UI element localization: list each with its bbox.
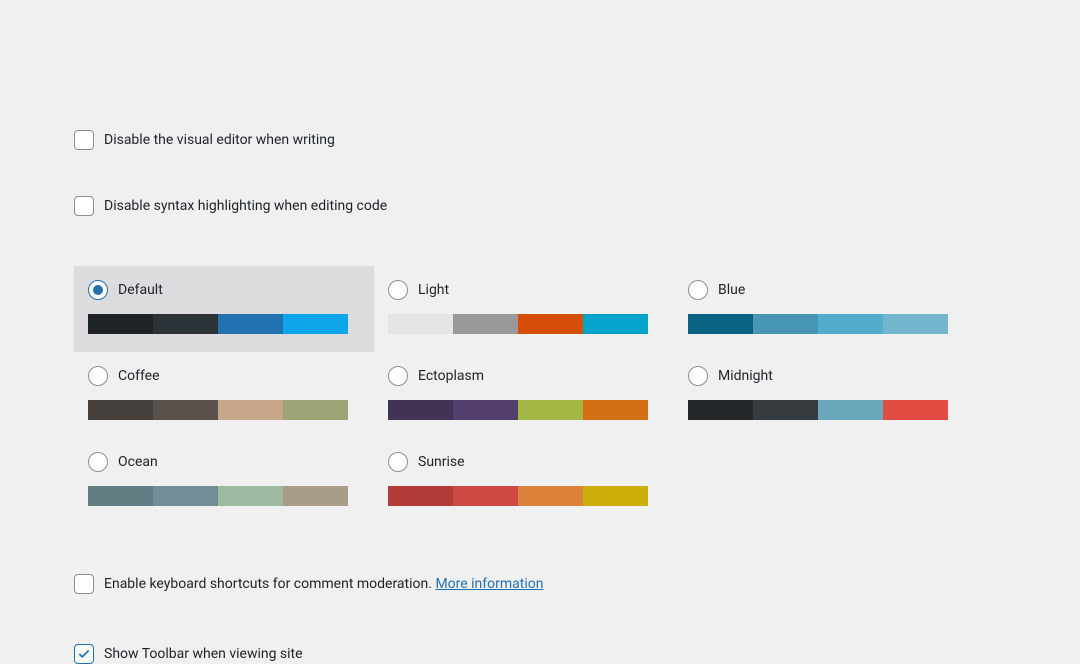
color-scheme-label: Ocean	[118, 454, 158, 470]
color-swatch	[818, 400, 883, 420]
radio-dot-icon	[93, 285, 103, 295]
color-scheme-midnight[interactable]: Midnight	[674, 352, 974, 438]
color-swatch	[688, 314, 753, 334]
color-scheme-light[interactable]: Light	[374, 266, 674, 352]
radio-ectoplasm[interactable]	[388, 366, 408, 386]
color-swatch	[283, 400, 348, 420]
checkbox-show-toolbar[interactable]	[74, 644, 94, 664]
label-keyboard-shortcuts: Enable keyboard shortcuts for comment mo…	[104, 576, 543, 592]
color-scheme-head: Coffee	[88, 366, 360, 386]
label-disable-visual-editor: Disable the visual editor when writing	[104, 132, 335, 148]
color-swatch	[818, 314, 883, 334]
checkbox-disable-syntax-highlighting[interactable]	[74, 196, 94, 216]
color-scheme-label: Blue	[718, 282, 745, 298]
color-swatch	[388, 314, 453, 334]
color-scheme-grid: Default Light Blue Coffee Ectoplasm Midnight O…	[74, 266, 1080, 524]
color-scheme-ocean[interactable]: Ocean	[74, 438, 374, 524]
color-swatch	[218, 314, 283, 334]
color-swatch	[883, 400, 948, 420]
color-swatch	[753, 314, 818, 334]
color-swatch	[453, 486, 518, 506]
label-show-toolbar: Show Toolbar when viewing site	[104, 646, 303, 662]
color-swatch	[88, 400, 153, 420]
color-swatch	[518, 486, 583, 506]
color-scheme-head: Blue	[688, 280, 960, 300]
color-scheme-coffee[interactable]: Coffee	[74, 352, 374, 438]
option-disable-syntax-highlighting[interactable]: Disable syntax highlighting when editing…	[74, 196, 1080, 216]
color-swatch	[518, 400, 583, 420]
checkbox-keyboard-shortcuts[interactable]	[74, 574, 94, 594]
color-swatches	[388, 486, 648, 506]
color-swatches	[388, 400, 648, 420]
color-swatch	[153, 400, 218, 420]
label-keyboard-shortcuts-text: Enable keyboard shortcuts for comment mo…	[104, 576, 432, 592]
radio-default[interactable]	[88, 280, 108, 300]
color-swatches	[388, 314, 648, 334]
radio-coffee[interactable]	[88, 366, 108, 386]
color-scheme-head: Ocean	[88, 452, 360, 472]
color-swatch	[388, 400, 453, 420]
color-scheme-label: Sunrise	[418, 454, 465, 470]
color-swatch	[153, 486, 218, 506]
color-swatch	[218, 400, 283, 420]
color-swatch	[88, 486, 153, 506]
radio-blue[interactable]	[688, 280, 708, 300]
color-swatches	[88, 314, 348, 334]
color-scheme-label: Ectoplasm	[418, 368, 484, 384]
color-scheme-label: Default	[118, 282, 163, 298]
option-keyboard-shortcuts[interactable]: Enable keyboard shortcuts for comment mo…	[74, 574, 1080, 594]
color-swatch	[153, 314, 218, 334]
option-disable-visual-editor[interactable]: Disable the visual editor when writing	[74, 130, 1080, 150]
color-scheme-head: Default	[88, 280, 360, 300]
color-swatch	[883, 314, 948, 334]
color-scheme-default[interactable]: Default	[74, 266, 374, 352]
radio-sunrise[interactable]	[388, 452, 408, 472]
color-swatches	[688, 314, 948, 334]
color-swatch	[88, 314, 153, 334]
color-swatch	[283, 314, 348, 334]
color-scheme-label: Light	[418, 282, 449, 298]
color-swatch	[583, 486, 648, 506]
color-swatch	[283, 486, 348, 506]
color-swatch	[753, 400, 818, 420]
label-disable-syntax-highlighting: Disable syntax highlighting when editing…	[104, 198, 387, 214]
color-scheme-head: Midnight	[688, 366, 960, 386]
color-scheme-label: Midnight	[718, 368, 773, 384]
checkmark-icon	[77, 647, 91, 661]
color-swatch	[218, 486, 283, 506]
color-swatches	[88, 400, 348, 420]
profile-settings-section: Disable the visual editor when writing D…	[0, 0, 1080, 664]
color-swatch	[583, 400, 648, 420]
color-scheme-head: Light	[388, 280, 660, 300]
color-swatch	[388, 486, 453, 506]
more-information-link[interactable]: More information	[435, 576, 543, 592]
radio-ocean[interactable]	[88, 452, 108, 472]
color-swatch	[583, 314, 648, 334]
radio-light[interactable]	[388, 280, 408, 300]
color-swatch	[518, 314, 583, 334]
color-swatch	[688, 400, 753, 420]
checkbox-disable-visual-editor[interactable]	[74, 130, 94, 150]
color-scheme-head: Sunrise	[388, 452, 660, 472]
color-swatch	[453, 314, 518, 334]
color-swatch	[453, 400, 518, 420]
color-scheme-sunrise[interactable]: Sunrise	[374, 438, 674, 524]
option-show-toolbar[interactable]: Show Toolbar when viewing site	[74, 644, 1080, 664]
color-swatches	[88, 486, 348, 506]
color-scheme-head: Ectoplasm	[388, 366, 660, 386]
color-scheme-blue[interactable]: Blue	[674, 266, 974, 352]
radio-midnight[interactable]	[688, 366, 708, 386]
color-swatches	[688, 400, 948, 420]
color-scheme-label: Coffee	[118, 368, 160, 384]
color-scheme-ectoplasm[interactable]: Ectoplasm	[374, 352, 674, 438]
